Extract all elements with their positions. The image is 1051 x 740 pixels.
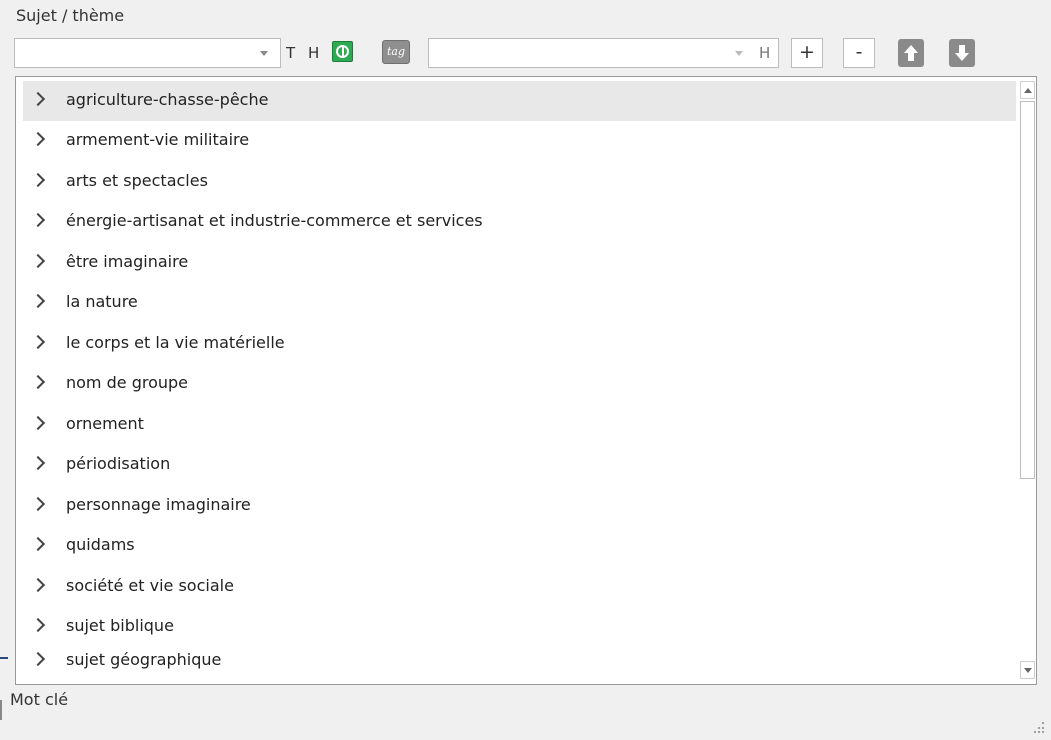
chevron-right-icon[interactable] (30, 617, 46, 633)
chevron-right-icon[interactable] (30, 374, 46, 390)
chevron-right-icon[interactable] (30, 172, 46, 188)
divider (0, 657, 8, 659)
list-item[interactable]: le corps et la vie matérielle (23, 324, 1016, 364)
list-item[interactable]: la nature (23, 283, 1016, 323)
list-item[interactable]: société et vie sociale (23, 567, 1016, 607)
scroll-down-icon[interactable] (1020, 661, 1035, 679)
subject-theme-label: Sujet / thème (16, 6, 125, 25)
move-down-icon[interactable] (949, 39, 975, 67)
list-item[interactable]: quidams (23, 526, 1016, 566)
chevron-right-icon[interactable] (30, 455, 46, 471)
chevron-right-icon[interactable] (30, 131, 46, 147)
keyword-label: Mot clé (10, 690, 69, 709)
chevron-right-icon[interactable] (30, 651, 46, 667)
h-toggle[interactable]: H (308, 44, 319, 62)
list-item[interactable]: périodisation (23, 445, 1016, 485)
scroll-up-icon[interactable] (1020, 81, 1035, 99)
add-button[interactable]: + (791, 38, 823, 68)
remove-button[interactable]: - (843, 38, 875, 68)
chevron-right-icon[interactable] (30, 253, 46, 269)
divider (0, 700, 2, 720)
list-item[interactable]: arts et spectacles (23, 162, 1016, 202)
resize-grip-icon[interactable] (1033, 722, 1045, 734)
globe-icon[interactable] (332, 41, 353, 62)
list-item[interactable]: sujet géographique (23, 641, 1016, 681)
chevron-right-icon[interactable] (30, 536, 46, 552)
chevron-right-icon[interactable] (30, 293, 46, 309)
list-item[interactable]: énergie-artisanat et industrie-commerce … (23, 202, 1016, 242)
chevron-right-icon[interactable] (30, 91, 46, 107)
scroll-thumb[interactable] (1020, 101, 1035, 479)
combo-dropdown-icon[interactable] (260, 51, 268, 56)
move-up-icon[interactable] (898, 39, 924, 67)
list-item[interactable]: être imaginaire (23, 243, 1016, 283)
list-item[interactable]: nom de groupe (23, 364, 1016, 404)
chevron-right-icon[interactable] (30, 334, 46, 350)
secondary-combo[interactable]: H (428, 38, 779, 68)
list-item[interactable]: agriculture-chasse-pêche (23, 81, 1016, 121)
subject-dropdown-list[interactable]: agriculture-chasse-pêche armement-vie mi… (15, 76, 1037, 685)
subject-combo[interactable] (14, 38, 281, 68)
tag-icon[interactable]: tag (382, 40, 410, 64)
list-item[interactable]: ornement (23, 405, 1016, 445)
chevron-right-icon[interactable] (30, 577, 46, 593)
list-item[interactable]: personnage imaginaire (23, 486, 1016, 526)
vertical-scrollbar[interactable] (1020, 81, 1035, 679)
secondary-h-toggle[interactable]: H (759, 44, 770, 62)
list-item[interactable]: armement-vie militaire (23, 121, 1016, 161)
chevron-right-icon[interactable] (30, 212, 46, 228)
chevron-right-icon[interactable] (30, 496, 46, 512)
chevron-right-icon[interactable] (30, 415, 46, 431)
t-toggle[interactable]: T (286, 44, 295, 62)
secondary-dropdown-icon[interactable] (735, 51, 743, 56)
